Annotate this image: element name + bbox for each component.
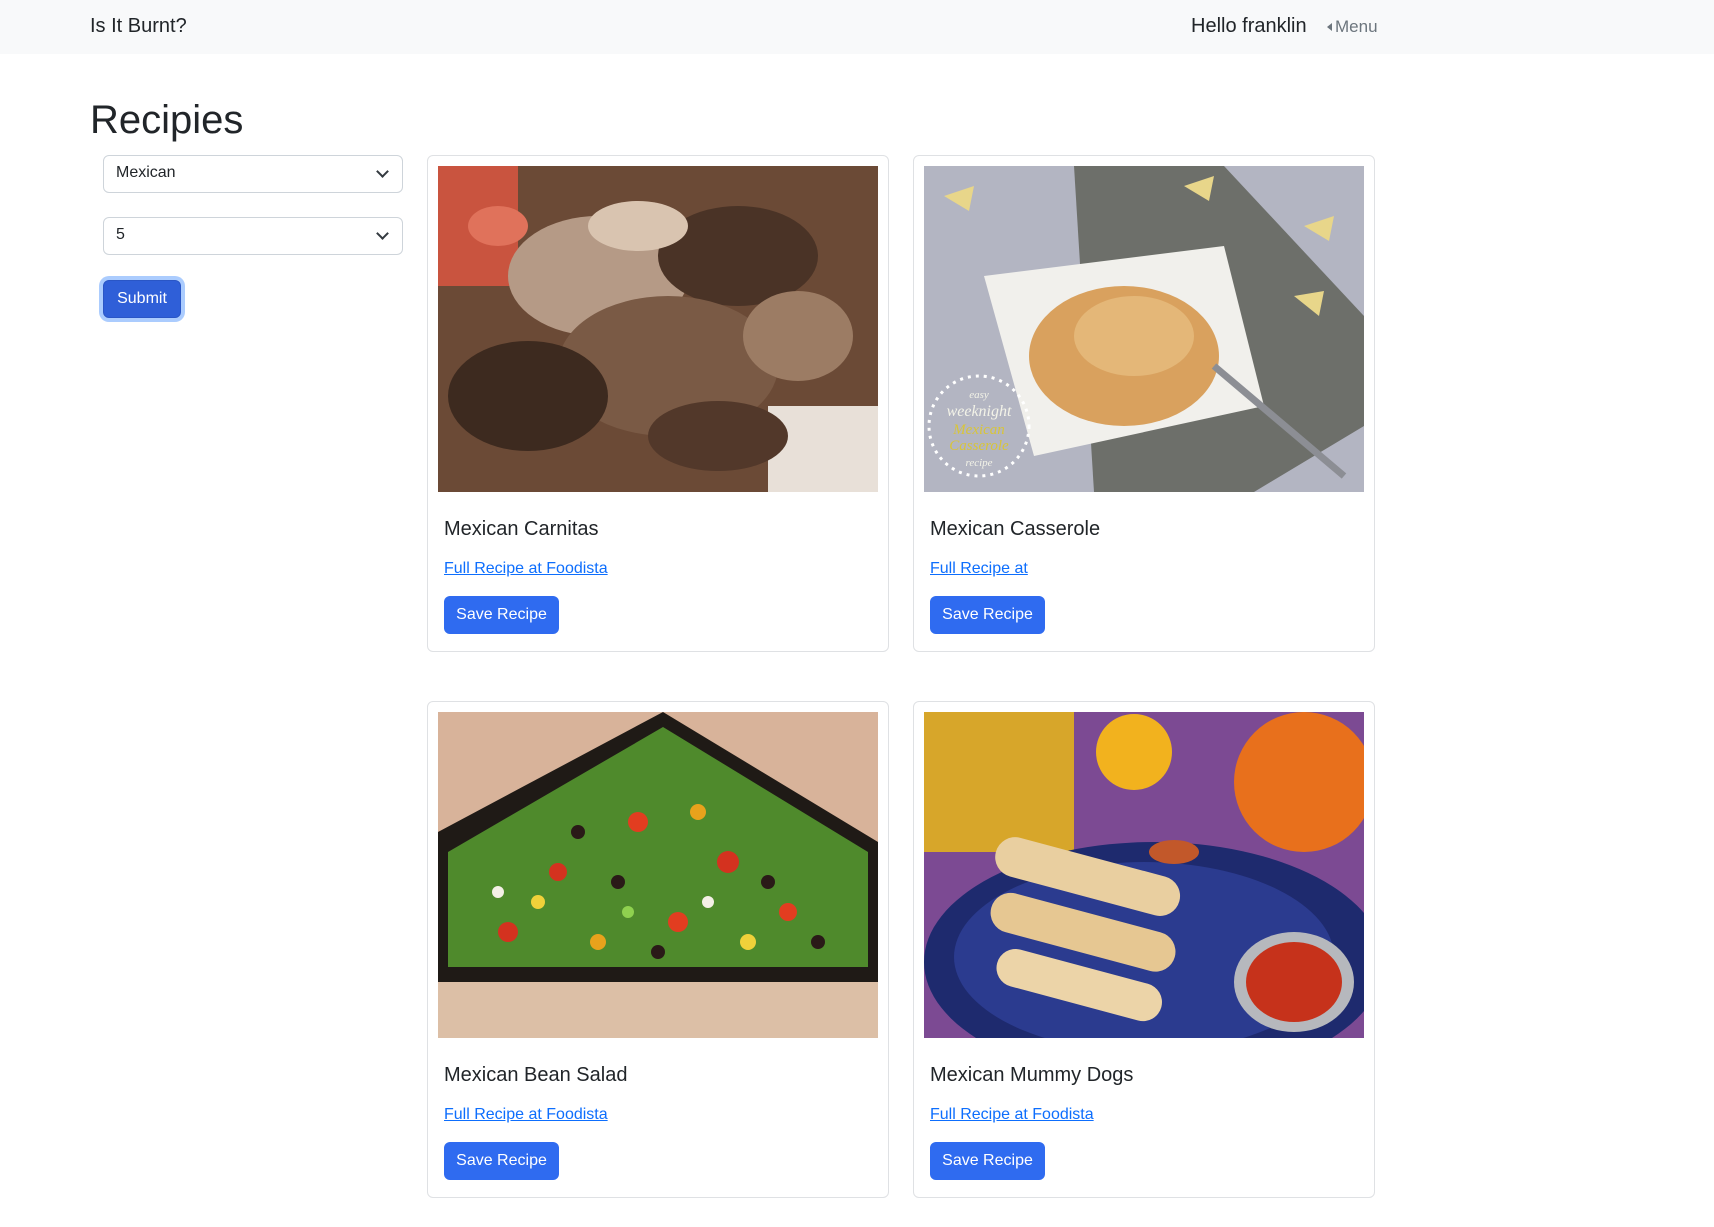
casserole-photo: easy weeknight Mexican Casserole recipe: [924, 166, 1364, 492]
save-recipe-button[interactable]: Save Recipe: [930, 596, 1045, 634]
recipe-card: easy weeknight Mexican Casserole recipe …: [913, 155, 1375, 652]
top-navbar: Is It Burnt? Hello franklin Menu: [0, 0, 1714, 54]
menu-label: Menu: [1335, 17, 1378, 36]
save-recipe-button[interactable]: Save Recipe: [444, 1142, 559, 1180]
recipe-card: Mexican Mummy Dogs Full Recipe at Foodis…: [913, 701, 1375, 1198]
full-recipe-link[interactable]: Full Recipe at Foodista: [444, 560, 608, 578]
carnitas-photo: [438, 166, 878, 492]
cuisine-select-value: Mexican: [116, 164, 176, 181]
full-recipe-link[interactable]: Full Recipe at: [930, 560, 1028, 578]
brand-link[interactable]: Is It Burnt?: [90, 15, 187, 38]
recipe-title: Mexican Mummy Dogs: [930, 1064, 1134, 1086]
save-recipe-button[interactable]: Save Recipe: [444, 596, 559, 634]
overlay-text: weeknight: [947, 403, 1012, 420]
chevron-down-icon: [376, 227, 389, 240]
page-title: Recipies: [90, 98, 244, 142]
mummy-dogs-photo: [924, 712, 1364, 1038]
overlay-text: recipe: [965, 457, 992, 469]
recipe-image: [924, 712, 1364, 1038]
cuisine-select[interactable]: Mexican: [103, 155, 403, 193]
count-select-value: 5: [116, 226, 125, 243]
save-recipe-button[interactable]: Save Recipe: [930, 1142, 1045, 1180]
recipe-card: Mexican Carnitas Full Recipe at Foodista…: [427, 155, 889, 652]
chevron-down-icon: [376, 165, 389, 178]
count-select[interactable]: 5: [103, 217, 403, 255]
menu-toggle[interactable]: Menu: [1327, 17, 1378, 37]
recipe-title: Mexican Carnitas: [444, 518, 599, 540]
recipe-title: Mexican Bean Salad: [444, 1064, 628, 1086]
caret-left-icon: [1327, 23, 1332, 31]
full-recipe-link[interactable]: Full Recipe at Foodista: [930, 1106, 1094, 1124]
recipe-image: easy weeknight Mexican Casserole recipe: [924, 166, 1364, 492]
full-recipe-link[interactable]: Full Recipe at Foodista: [444, 1106, 608, 1124]
recipe-image: [438, 712, 878, 1038]
submit-button[interactable]: Submit: [103, 280, 181, 318]
overlay-text: easy: [969, 389, 989, 401]
user-greeting: Hello franklin: [1191, 15, 1307, 37]
recipe-title: Mexican Casserole: [930, 518, 1101, 540]
bean-salad-photo: [438, 712, 878, 1038]
recipe-image: [438, 166, 878, 492]
overlay-text: Casserole: [949, 438, 1009, 454]
overlay-text: Mexican: [952, 422, 1005, 438]
recipe-card: Mexican Bean Salad Full Recipe at Foodis…: [427, 701, 889, 1198]
